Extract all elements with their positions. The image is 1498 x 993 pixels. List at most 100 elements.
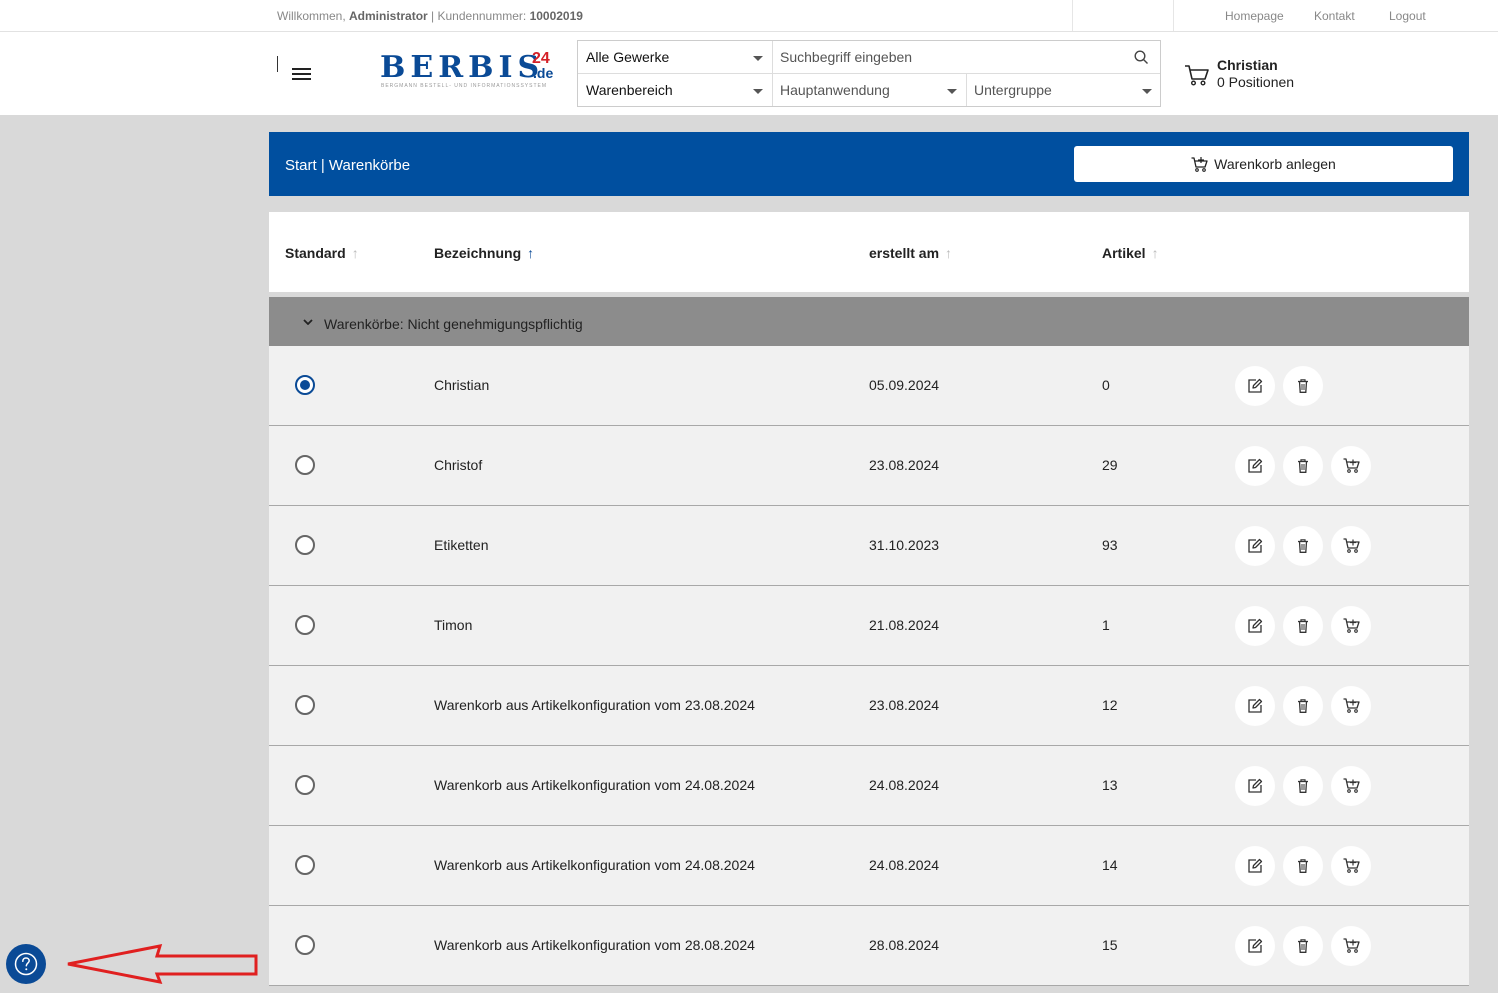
column-bezeichnung-label: Bezeichnung — [434, 245, 522, 261]
cart-name[interactable]: Timon — [434, 617, 472, 633]
add-to-cart-button[interactable] — [1331, 846, 1371, 886]
default-radio[interactable] — [295, 535, 315, 555]
edit-icon — [1248, 858, 1263, 873]
add-to-cart-button[interactable] — [1331, 926, 1371, 966]
help-button[interactable] — [6, 944, 46, 984]
add-to-cart-icon — [1343, 698, 1360, 713]
trash-icon — [1298, 379, 1308, 393]
delete-button[interactable] — [1283, 366, 1323, 406]
hauptanwendung-select[interactable]: Hauptanwendung — [772, 74, 966, 106]
delete-button[interactable] — [1283, 766, 1323, 806]
cart-date: 05.09.2024 — [869, 377, 940, 393]
delete-button[interactable] — [1283, 446, 1323, 486]
add-to-cart-button[interactable] — [1331, 446, 1371, 486]
column-bezeichnung[interactable]: Bezeichnung ↑ — [434, 245, 534, 261]
column-artikel[interactable]: Artikel ↑ — [1102, 245, 1159, 261]
add-to-cart-button[interactable] — [1331, 766, 1371, 806]
warenbereich-select[interactable]: Warenbereich — [578, 74, 772, 106]
default-radio[interactable] — [295, 615, 315, 635]
cart-plus-icon — [1191, 157, 1208, 172]
edit-icon — [1248, 698, 1263, 713]
cart-item-count: 93 — [1102, 537, 1118, 553]
kontakt-link[interactable]: Kontakt — [1314, 9, 1355, 23]
group-header[interactable]: Warenkörbe: Nicht genehmigungspflichtig — [269, 297, 1469, 346]
cart-name[interactable]: Etiketten — [434, 537, 488, 553]
annotation-arrow — [67, 944, 258, 984]
edit-icon — [1248, 938, 1263, 953]
cart-name[interactable]: Christian — [434, 377, 489, 393]
welcome-text: Willkommen, Administrator | Kundennummer… — [277, 9, 583, 23]
cart-name[interactable]: Warenkorb aus Artikelkonfiguration vom 2… — [434, 777, 755, 793]
add-to-cart-button[interactable] — [1331, 686, 1371, 726]
add-to-cart-icon — [1343, 778, 1360, 793]
default-radio[interactable] — [295, 695, 315, 715]
cart-item-count: 29 — [1102, 457, 1118, 473]
delete-button[interactable] — [1283, 526, 1323, 566]
cart-item-count: 15 — [1102, 937, 1118, 953]
add-to-cart-button[interactable] — [1331, 606, 1371, 646]
text-cursor — [277, 56, 278, 72]
edit-button[interactable] — [1235, 766, 1275, 806]
trash-icon — [1298, 779, 1308, 793]
default-radio[interactable] — [295, 855, 315, 875]
edit-button[interactable] — [1235, 926, 1275, 966]
delete-button[interactable] — [1283, 686, 1323, 726]
delete-button[interactable] — [1283, 606, 1323, 646]
column-standard[interactable]: Standard ↑ — [285, 245, 359, 261]
berbis-logo[interactable]: BERBIS 24 .de BERGMANN BESTELL- UND INFO… — [380, 51, 560, 92]
default-radio[interactable] — [295, 775, 315, 795]
add-to-cart-button[interactable] — [1331, 526, 1371, 566]
logout-link[interactable]: Logout — [1389, 9, 1426, 23]
edit-button[interactable] — [1235, 446, 1275, 486]
gewerke-select[interactable]: Alle Gewerke — [578, 41, 772, 73]
cart-date: 23.08.2024 — [869, 697, 940, 713]
cart-item-count: 1 — [1102, 617, 1110, 633]
sort-arrow-icon: ↑ — [1151, 245, 1159, 261]
chevron-down-icon — [947, 89, 957, 94]
delete-button[interactable] — [1283, 926, 1323, 966]
cart-positions: 0 Positionen — [1217, 74, 1295, 90]
menu-icon[interactable] — [292, 68, 311, 81]
edit-button[interactable] — [1235, 526, 1275, 566]
search-input[interactable]: Suchbegriff eingeben — [772, 41, 1160, 73]
trash-icon — [1298, 619, 1308, 633]
cart-name[interactable]: Warenkorb aus Artikelkonfiguration vom 2… — [434, 857, 755, 873]
table-row: Timon 21.08.2024 1 — [269, 586, 1469, 666]
trash-icon — [1298, 539, 1308, 553]
default-radio[interactable] — [295, 455, 315, 475]
top-bar: Willkommen, Administrator | Kundennummer… — [0, 0, 1498, 32]
gewerke-select-value: Alle Gewerke — [586, 49, 670, 65]
delete-button[interactable] — [1283, 846, 1323, 886]
untergruppe-select[interactable]: Untergruppe — [966, 74, 1160, 106]
edit-button[interactable] — [1235, 846, 1275, 886]
group-label: Warenkörbe: Nicht genehmigungspflichtig — [324, 316, 583, 332]
edit-button[interactable] — [1235, 686, 1275, 726]
customer-number-label: | Kundennummer: — [431, 9, 527, 23]
column-erstellt-label: erstellt am — [869, 245, 940, 261]
hauptanwendung-select-value: Hauptanwendung — [780, 82, 890, 98]
cart-list: Christian 05.09.2024 0 Christof 23.08.2024 29… — [269, 346, 1469, 986]
default-radio[interactable] — [295, 375, 315, 395]
add-to-cart-icon — [1343, 858, 1360, 873]
trash-icon — [1298, 459, 1308, 473]
cart-name[interactable]: Warenkorb aus Artikelkonfiguration vom 2… — [434, 937, 755, 953]
table-row: Warenkorb aus Artikelkonfiguration vom 2… — [269, 906, 1469, 986]
cart-name[interactable]: Warenkorb aus Artikelkonfiguration vom 2… — [434, 697, 755, 713]
table-row: Warenkorb aus Artikelkonfiguration vom 2… — [269, 666, 1469, 746]
column-artikel-label: Artikel — [1102, 245, 1146, 261]
help-icon — [14, 952, 38, 976]
edit-button[interactable] — [1235, 606, 1275, 646]
breadcrumb[interactable]: Start | Warenkörbe — [285, 157, 410, 174]
homepage-link[interactable]: Homepage — [1225, 9, 1284, 23]
cart-name[interactable]: Christof — [434, 457, 482, 473]
edit-button[interactable] — [1235, 366, 1275, 406]
page-header-bar: Start | Warenkörbe Warenkorb anlegen — [269, 132, 1469, 196]
new-cart-button[interactable]: Warenkorb anlegen — [1074, 146, 1453, 182]
cart-date: 21.08.2024 — [869, 617, 940, 633]
default-radio[interactable] — [295, 935, 315, 955]
cart-item-count: 13 — [1102, 777, 1118, 793]
search-icon[interactable] — [1134, 50, 1148, 64]
cart-date: 31.10.2023 — [869, 537, 940, 553]
add-to-cart-icon — [1343, 538, 1360, 553]
column-erstellt[interactable]: erstellt am ↑ — [869, 245, 952, 261]
